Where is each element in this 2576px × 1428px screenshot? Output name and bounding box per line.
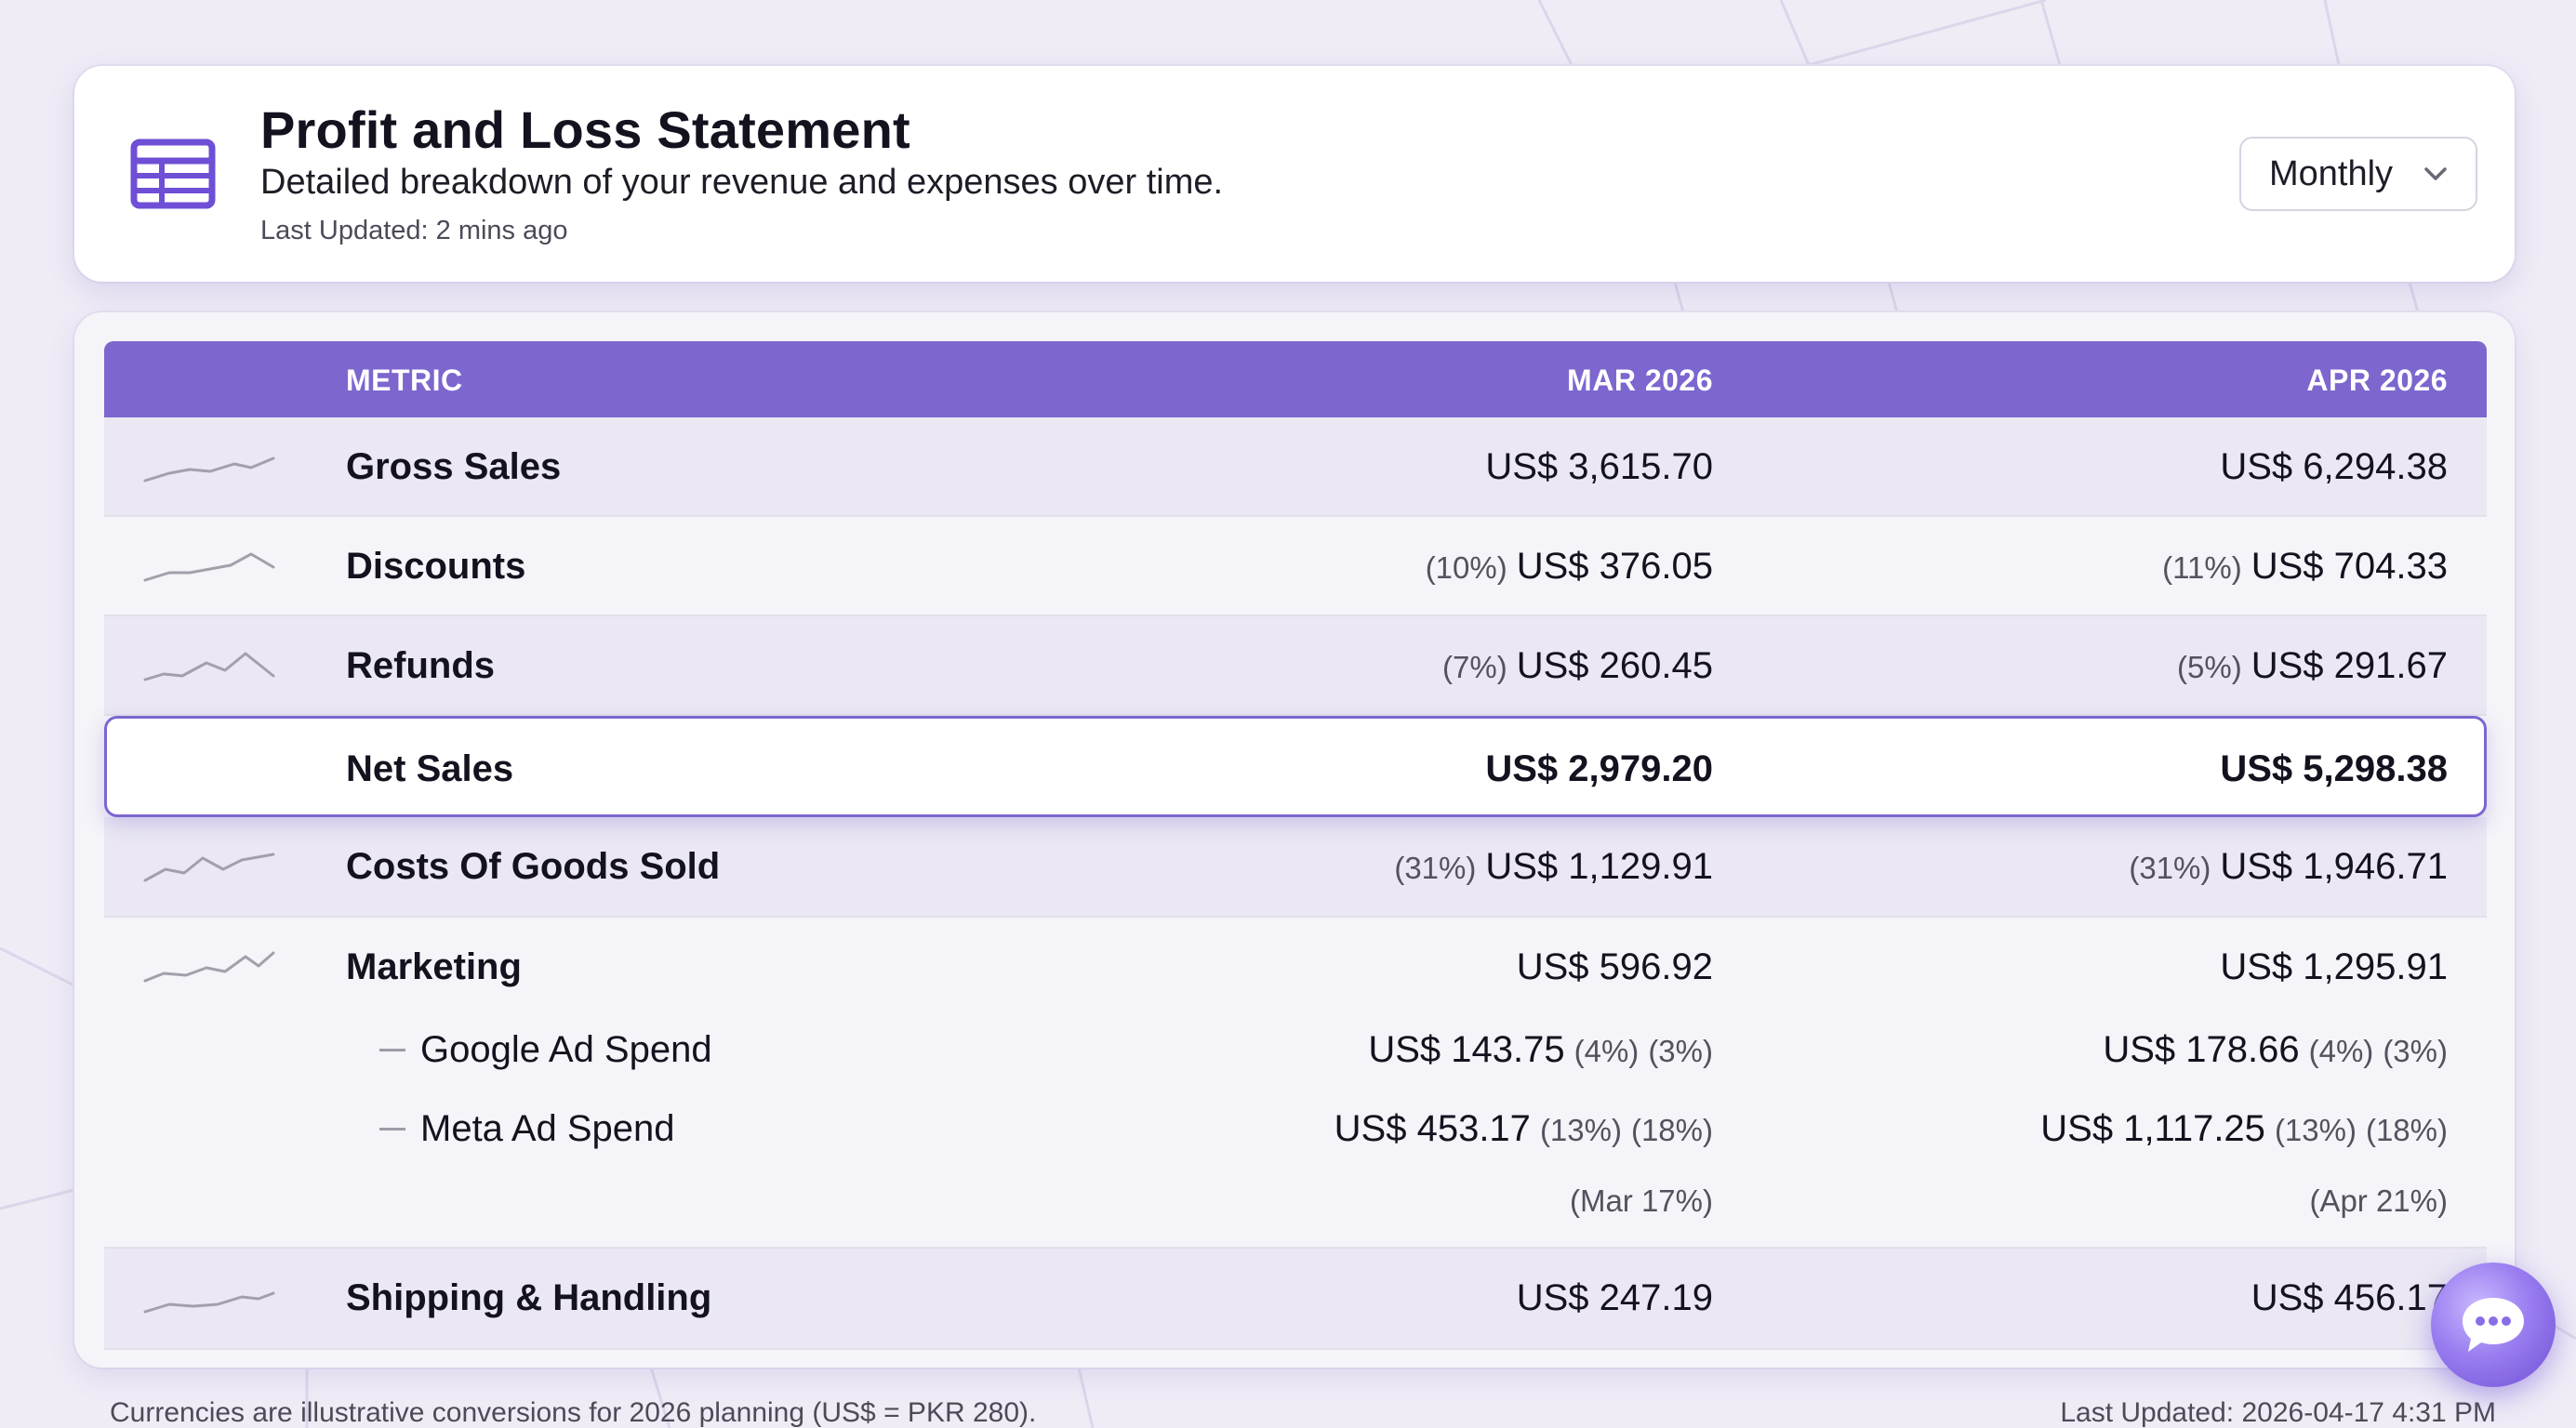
row-label: Costs Of Goods Sold bbox=[346, 846, 721, 887]
cell-apr-value: (11%) US$ 704.33 bbox=[2162, 517, 2448, 615]
dash-icon bbox=[379, 1049, 405, 1051]
sparkline-icon bbox=[143, 652, 275, 681]
cell-mar-value: (10%) US$ 376.05 bbox=[1426, 517, 1713, 615]
chat-button[interactable] bbox=[2431, 1263, 2556, 1387]
row-label: Gross Sales bbox=[346, 446, 562, 487]
table-row-refunds[interactable]: Refunds (7%) US$ 260.45 (5%) US$ 291.67 bbox=[104, 616, 2487, 716]
footer-currency-note: Currencies are illustrative conversions … bbox=[110, 1397, 1037, 1428]
sub-cell-apr-pct1: (4%) bbox=[2308, 1034, 2374, 1068]
sub-row-meta-ad-spend[interactable]: Meta Ad Spend US$ 453.17 (13%) (18%) US$ 1… bbox=[104, 1089, 2487, 1169]
table-row-discounts[interactable]: Discounts (10%) US$ 376.05 (11%) US$ 704.3… bbox=[104, 517, 2487, 616]
sparkline-icon bbox=[143, 853, 275, 882]
cell-mar-percent: (31%) bbox=[1394, 851, 1477, 885]
marketing-note-apr: (Apr 21%) bbox=[2309, 1183, 2448, 1218]
table-row-gross-sales[interactable]: Gross Sales US$ 3,615.70 US$ 6,294.38 bbox=[104, 417, 2487, 517]
sub-cell-apr-pct2: (18%) bbox=[2365, 1113, 2448, 1147]
sparkline-icon bbox=[143, 1291, 275, 1314]
cell-mar-value: (31%) US$ 1,129.91 bbox=[1394, 817, 1713, 916]
row-label: Marketing bbox=[346, 946, 522, 987]
cell-mar-value: US$ 3,615.70 bbox=[1485, 446, 1713, 487]
cell-apr-percent: (31%) bbox=[2129, 851, 2211, 885]
row-label: Shipping & Handling bbox=[346, 1277, 712, 1318]
sub-cell-mar-amount: US$ 143.75 bbox=[1368, 1029, 1565, 1070]
table-row-shipping-handling[interactable]: Shipping & Handling US$ 247.19 US$ 456.1… bbox=[104, 1249, 2487, 1350]
dash-icon bbox=[379, 1128, 405, 1130]
column-header-apr-2026[interactable]: APR 2026 bbox=[2306, 364, 2448, 398]
sparkline-icon bbox=[143, 552, 275, 582]
column-header-metric: METRIC bbox=[346, 364, 463, 397]
cell-mar-value: (7%) US$ 260.45 bbox=[1442, 616, 1713, 715]
sub-row-label: Google Ad Spend bbox=[420, 1029, 712, 1070]
chevron-down-icon bbox=[2424, 167, 2447, 180]
cell-apr-value: US$ 456.17 bbox=[2251, 1277, 2448, 1318]
cell-mar-amount: US$ 1,129.91 bbox=[1485, 846, 1713, 887]
sub-cell-apr-pct1: (13%) bbox=[2274, 1113, 2357, 1147]
cell-mar-percent: (7%) bbox=[1442, 650, 1507, 684]
sub-cell-mar: US$ 453.17 (13%) (18%) bbox=[1334, 1089, 1713, 1169]
cell-mar-value: US$ 247.19 bbox=[1516, 1277, 1713, 1318]
sub-row-label: Meta Ad Spend bbox=[420, 1108, 675, 1149]
pnl-table: METRIC MAR 2026 APR 2026 Gross Sales US$… bbox=[74, 312, 2515, 1368]
row-label: Discounts bbox=[346, 546, 526, 587]
row-label: Refunds bbox=[346, 645, 495, 686]
sub-cell-mar: US$ 143.75 (4%) (3%) bbox=[1368, 1010, 1713, 1090]
cell-mar-amount: US$ 376.05 bbox=[1516, 546, 1713, 587]
marketing-notes-row: (Mar 17%) (Apr 21%) bbox=[104, 1169, 2487, 1234]
column-header-mar-2026[interactable]: MAR 2026 bbox=[1567, 364, 1713, 398]
sparkline-icon bbox=[143, 456, 275, 483]
cell-mar-percent: (10%) bbox=[1425, 550, 1507, 585]
cell-apr-amount: US$ 291.67 bbox=[2251, 645, 2448, 686]
table-row-cogs[interactable]: Costs Of Goods Sold (31%) US$ 1,129.91 (3… bbox=[104, 817, 2487, 918]
cell-apr-amount: US$ 704.33 bbox=[2251, 546, 2448, 587]
sub-cell-mar-amount: US$ 453.17 bbox=[1334, 1108, 1531, 1149]
cell-apr-value: US$ 1,295.91 bbox=[2220, 946, 2448, 987]
chat-bubble-icon bbox=[2463, 1298, 2524, 1352]
sub-row-google-ad-spend[interactable]: Google Ad Spend US$ 143.75 (4%) (3%) US$ 1… bbox=[104, 1010, 2487, 1090]
sub-cell-mar-pct1: (13%) bbox=[1539, 1113, 1622, 1147]
period-select[interactable]: Monthly bbox=[2239, 137, 2477, 211]
sub-cell-mar-pct1: (4%) bbox=[1573, 1034, 1640, 1068]
cell-mar-amount: US$ 260.45 bbox=[1516, 645, 1713, 686]
table-row-net-sales[interactable]: Net Sales US$ 2,979.20 US$ 5,298.38 bbox=[104, 716, 2487, 817]
footer-last-updated: Last Updated: 2026-04-17 4:31 PM bbox=[2060, 1397, 2496, 1428]
cell-apr-value: US$ 5,298.38 bbox=[2220, 748, 2448, 789]
cell-mar-value: US$ 596.92 bbox=[1516, 946, 1713, 987]
header-card: Profit and Loss Statement Detailed break… bbox=[74, 66, 2515, 282]
table-icon bbox=[130, 139, 216, 209]
sparkline-icon bbox=[143, 951, 275, 983]
cell-apr-value: US$ 6,294.38 bbox=[2220, 446, 2448, 487]
table-header-row: METRIC MAR 2026 APR 2026 bbox=[104, 341, 2487, 417]
page-subtitle: Detailed breakdown of your revenue and e… bbox=[260, 163, 1224, 202]
cell-apr-value: (5%) US$ 291.67 bbox=[2177, 616, 2448, 715]
cell-apr-percent: (5%) bbox=[2177, 650, 2242, 684]
cell-mar-value: US$ 2,979.20 bbox=[1485, 748, 1713, 789]
sub-cell-apr-pct2: (3%) bbox=[2383, 1034, 2448, 1068]
cell-apr-value: (31%) US$ 1,946.71 bbox=[2129, 817, 2448, 916]
last-updated-text: Last Updated: 2 mins ago bbox=[260, 216, 568, 245]
marketing-note-mar: (Mar 17%) bbox=[1569, 1183, 1713, 1218]
period-select-value: Monthly bbox=[2269, 153, 2394, 193]
cell-apr-percent: (11%) bbox=[2162, 550, 2242, 585]
sub-cell-mar-pct2: (18%) bbox=[1630, 1113, 1713, 1147]
sub-cell-apr-amount: US$ 178.66 bbox=[2103, 1029, 2300, 1070]
sub-cell-apr: US$ 178.66 (4%) (3%) bbox=[2103, 1010, 2448, 1090]
page-title: Profit and Loss Statement bbox=[260, 100, 910, 159]
row-label: Net Sales bbox=[346, 748, 514, 789]
sub-cell-apr-amount: US$ 1,117.25 bbox=[2040, 1108, 2265, 1149]
cell-apr-amount: US$ 1,946.71 bbox=[2220, 846, 2448, 887]
sub-cell-apr: US$ 1,117.25 (13%) (18%) bbox=[2040, 1089, 2448, 1169]
sub-cell-mar-pct2: (3%) bbox=[1648, 1034, 1713, 1068]
